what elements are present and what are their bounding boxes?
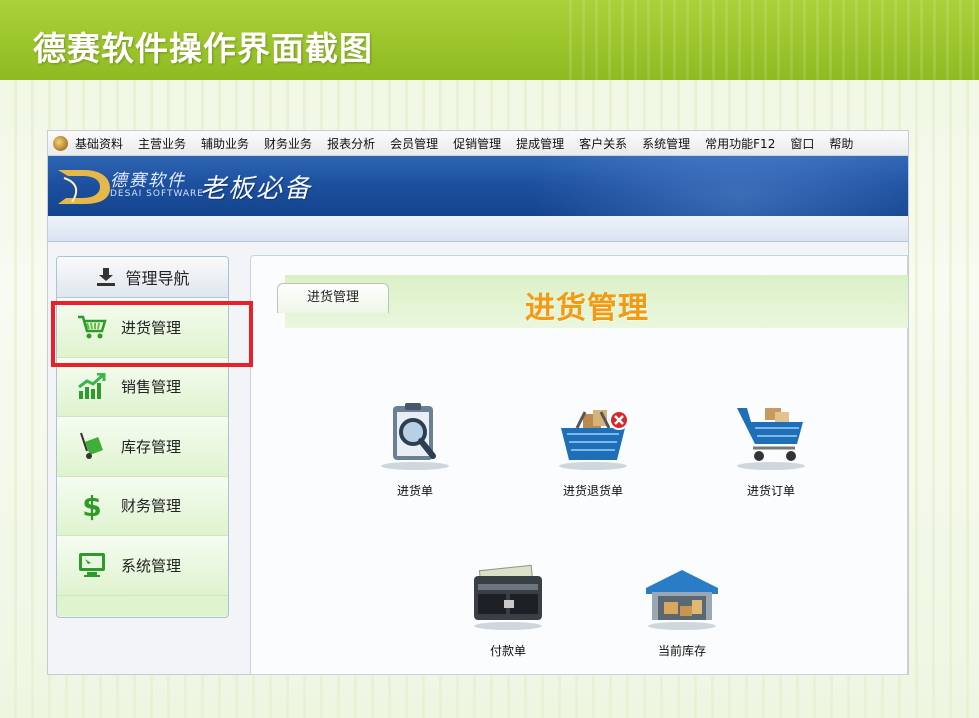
warehouse-icon	[646, 570, 718, 630]
dollar-icon: $	[77, 491, 107, 521]
menu-item-main-business[interactable]: 主营业务	[138, 135, 186, 152]
menu-bar: 基础资料 主营业务 辅助业务 财务业务 报表分析 会员管理 促销管理 提成管理 …	[48, 131, 908, 156]
toolbar-strip	[48, 216, 908, 242]
download-arrow-icon	[97, 268, 116, 286]
menu-item-finance[interactable]: 财务业务	[264, 135, 312, 152]
monitor-icon	[77, 550, 107, 580]
menu-item-commission[interactable]: 提成管理	[516, 135, 564, 152]
tile-label: 进货单	[396, 484, 433, 498]
tile-payment[interactable]: 付款单	[453, 562, 563, 659]
nav-item-inventory[interactable]: 库存管理	[57, 417, 228, 477]
svg-text:$: $	[82, 491, 101, 521]
basket-remove-icon	[559, 410, 629, 470]
nav-header-label: 管理导航	[125, 269, 190, 288]
nav-item-label: 库存管理	[121, 437, 182, 456]
nav-item-system[interactable]: 系统管理	[57, 536, 228, 596]
banner-slogan: 老板必备	[200, 174, 313, 204]
nav-item-label: 财务管理	[121, 497, 182, 516]
nav-item-label: 系统管理	[121, 556, 182, 575]
brand-name-cn: 德赛软件	[110, 171, 186, 191]
tile-label: 当前库存	[657, 644, 706, 658]
tile-current-stock[interactable]: 当前库存	[627, 562, 737, 659]
chart-up-icon	[77, 372, 107, 402]
menu-item-common-functions[interactable]: 常用功能F12	[705, 135, 775, 152]
menu-item-basic-data[interactable]: 基础资料	[75, 135, 123, 152]
nav-item-finance[interactable]: $ 财务管理	[57, 476, 228, 536]
desai-logo-icon	[58, 170, 110, 204]
menu-item-reports[interactable]: 报表分析	[327, 135, 375, 152]
tile-purchase-return[interactable]: 进货退货单	[538, 402, 648, 499]
slide-title: 德赛软件操作界面截图	[33, 29, 373, 68]
nav-header: 管理导航	[57, 257, 228, 298]
shopping-cart-icon	[737, 408, 805, 470]
tab-purchase[interactable]: 进货管理	[277, 283, 389, 313]
menu-item-window[interactable]: 窗口	[790, 135, 814, 152]
menu-item-crm[interactable]: 客户关系	[579, 135, 627, 152]
highlight-annotation	[51, 301, 253, 367]
tile-label: 进货订单	[746, 484, 795, 498]
menu-item-help[interactable]: 帮助	[829, 135, 853, 152]
hand-truck-icon	[77, 431, 107, 461]
menu-item-members[interactable]: 会员管理	[390, 135, 438, 152]
clipboard-magnifier-icon	[381, 403, 449, 470]
menu-item-promotion[interactable]: 促销管理	[453, 135, 501, 152]
tile-label: 付款单	[489, 644, 526, 658]
section-title: 进货管理	[525, 291, 649, 326]
tile-purchase-order[interactable]: 进货单	[360, 402, 470, 499]
app-banner: 德赛软件 DESAI SOFTWARE 老板必备	[48, 156, 908, 216]
slide-header: 德赛软件操作界面截图	[0, 0, 979, 80]
brand-name-en: DESAI SOFTWARE	[110, 189, 204, 199]
app-menu-icon[interactable]	[53, 135, 68, 151]
nav-item-label: 销售管理	[121, 378, 182, 397]
menu-item-aux-business[interactable]: 辅助业务	[201, 135, 249, 152]
wallet-icon	[474, 564, 542, 630]
tile-label: 进货退货单	[562, 484, 623, 498]
menu-item-system[interactable]: 系统管理	[642, 135, 690, 152]
tile-purchase-order-request[interactable]: 进货订单	[716, 402, 826, 499]
